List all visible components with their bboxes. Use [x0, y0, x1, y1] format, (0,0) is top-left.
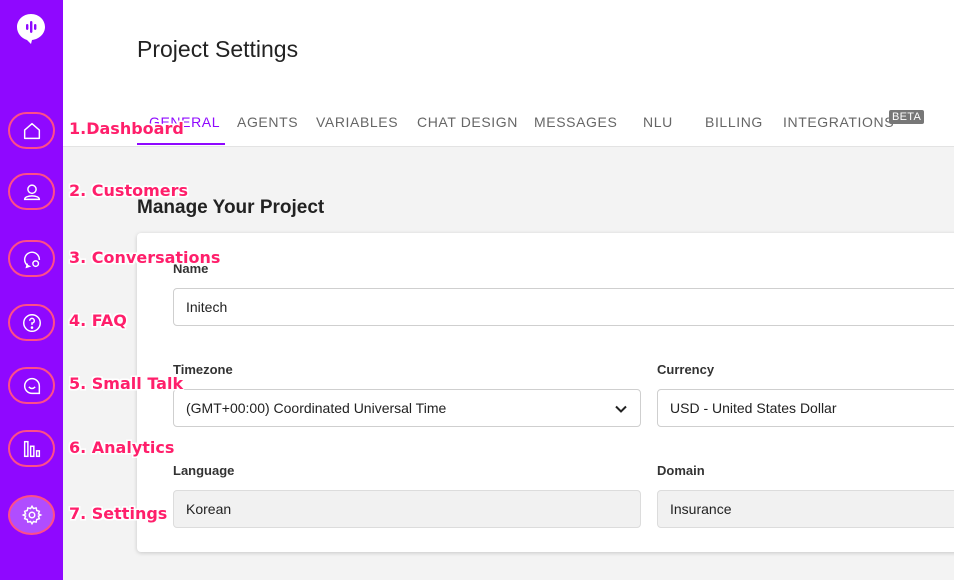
callout-faq: 4. FAQ — [69, 311, 127, 330]
gear-icon — [21, 504, 42, 526]
tab-variables[interactable]: VARIABLES — [316, 114, 398, 130]
header: Project Settings GENERAL AGENTS VARIABLE… — [63, 0, 954, 147]
timezone-select[interactable]: (GMT+00:00) Coordinated Universal Time — [173, 389, 641, 427]
tab-chat-design[interactable]: CHAT DESIGN — [417, 114, 518, 130]
active-tab-indicator — [137, 143, 225, 145]
section-title: Manage Your Project — [137, 197, 325, 218]
sidebar-item-settings[interactable] — [8, 495, 55, 535]
callout-customers: 2. Customers — [69, 181, 189, 200]
sidebar-item-analytics[interactable] — [8, 430, 55, 467]
page-title: Project Settings — [137, 36, 299, 62]
callout-small-talk: 5. Small Talk — [69, 374, 184, 393]
chevron-down-icon — [615, 405, 627, 413]
tab-integrations[interactable]: INTEGRATIONS — [783, 114, 894, 130]
sidebar-item-conversations[interactable] — [8, 240, 55, 277]
user-icon — [23, 183, 40, 200]
sidebar-item-small-talk[interactable] — [8, 367, 55, 404]
chat-bubble-logo-icon[interactable] — [16, 13, 46, 45]
tab-agents[interactable]: AGENTS — [237, 114, 298, 130]
callout-analytics: 6. Analytics — [69, 438, 175, 457]
currency-label: Currency — [657, 362, 715, 377]
language-field: Korean — [173, 490, 641, 528]
callout-settings: 7. Settings — [69, 504, 168, 523]
bar-chart-icon — [23, 440, 40, 457]
domain-label: Domain — [657, 463, 705, 478]
sidebar-item-dashboard[interactable] — [8, 112, 55, 149]
project-settings-card: Name Initech Timezone (GMT+00:00) Coordi… — [137, 233, 954, 552]
tab-messages[interactable]: MESSAGES — [534, 114, 617, 130]
language-label: Language — [173, 463, 235, 478]
chat-bubble-icon — [23, 251, 40, 268]
tab-billing[interactable]: BILLING — [705, 114, 763, 130]
tab-nlu[interactable]: NLU — [643, 114, 673, 130]
sidebar-item-customers[interactable] — [8, 173, 55, 210]
domain-field: Insurance — [657, 490, 954, 528]
sidebar-item-faq[interactable] — [8, 304, 55, 341]
beta-badge: BETA — [889, 110, 925, 124]
question-icon — [22, 313, 41, 332]
timezone-value: (GMT+00:00) Coordinated Universal Time — [186, 400, 447, 416]
smile-chat-icon — [23, 377, 40, 394]
home-icon — [23, 122, 40, 139]
callout-dashboard: 1.Dashboard — [69, 119, 184, 138]
sidebar — [0, 0, 63, 580]
name-input[interactable]: Initech — [173, 288, 954, 326]
currency-field[interactable]: USD - United States Dollar — [657, 389, 954, 427]
callout-conversations: 3. Conversations — [69, 248, 221, 267]
